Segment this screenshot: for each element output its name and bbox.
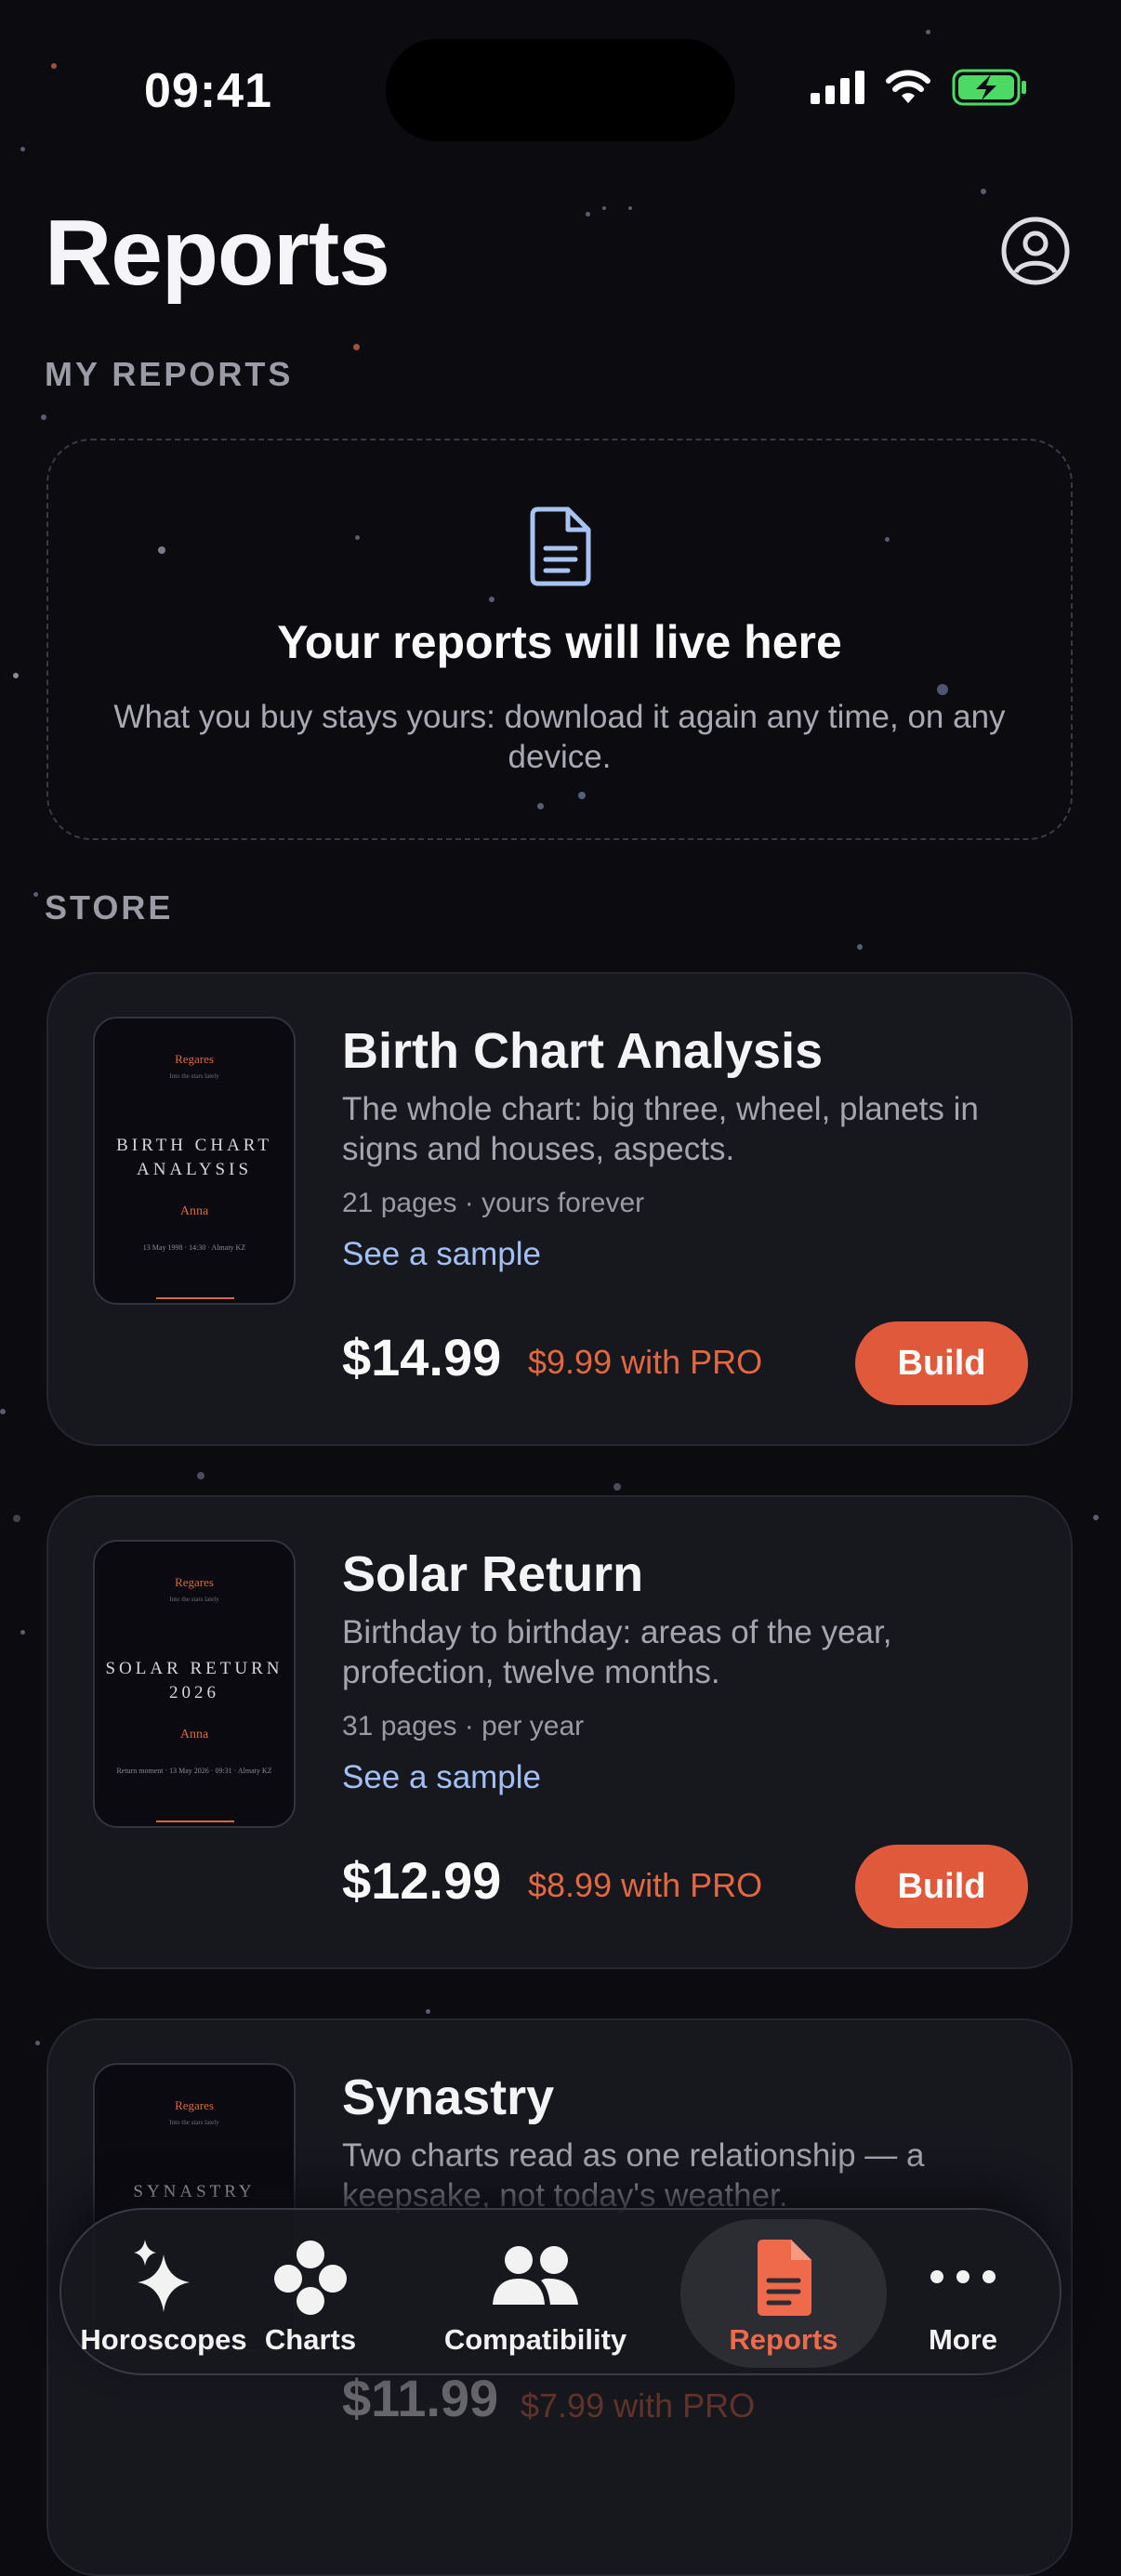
product-title: Solar Return	[342, 1546, 644, 1602]
cover-accent-line	[156, 1297, 234, 1299]
tab-label: Compatibility	[443, 2323, 627, 2356]
pro-price: $8.99 with PRO	[528, 1866, 763, 1904]
people-icon	[493, 2246, 578, 2305]
signal-icon	[811, 71, 864, 104]
cover-brand: Regares	[175, 1575, 214, 1589]
cover-tagline: Into the stars lately	[169, 1596, 219, 1603]
cover-meta: Return moment · 13 May 2026 · 09:31 · Al…	[116, 1767, 272, 1775]
cover-meta: 13 May 1998 · 14:30 · Almaty KZ	[142, 1243, 246, 1252]
product-card-solar-return[interactable]: Regares Into the stars lately SOLAR RETU…	[46, 1495, 1073, 1969]
tab-label: Reports	[729, 2323, 838, 2356]
product-pages: 21 pages · yours forever	[342, 1188, 645, 1218]
sparkles-icon	[134, 2240, 190, 2312]
report-cover-solar-return: Regares Into the stars lately SOLAR RETU…	[93, 1540, 296, 1828]
build-button[interactable]: Build	[855, 1321, 1028, 1405]
cover-name: Anna	[179, 1204, 209, 1218]
page-title: Reports	[45, 201, 390, 305]
build-button[interactable]: Build	[855, 1845, 1028, 1928]
cover-tagline: Into the stars lately	[169, 2119, 219, 2126]
product-price: $14.99	[342, 1328, 502, 1387]
product-card-birth-chart[interactable]: Regares Into the stars lately BIRTH CHAR…	[46, 972, 1073, 1446]
status-time: 09:41	[144, 64, 272, 118]
dynamic-island	[386, 39, 735, 141]
cover-title: BIRTH CHART ANALYSIS	[116, 1136, 272, 1179]
cover-brand: Regares	[175, 1052, 214, 1066]
wifi-icon	[886, 70, 930, 103]
cover-title: SOLAR RETURN 2026	[105, 1659, 284, 1702]
report-cover-birth-chart: Regares Into the stars lately BIRTH CHAR…	[93, 1017, 296, 1305]
cover-brand: Regares	[175, 2098, 214, 2112]
charts-icon	[274, 2241, 347, 2315]
tab-label: Charts	[264, 2323, 357, 2356]
cover-title: SYNASTRY	[133, 2182, 256, 2201]
document-icon	[758, 2240, 811, 2316]
cover-accent-line	[156, 1820, 234, 1822]
see-sample-link[interactable]: See a sample	[342, 1759, 541, 1796]
tab-reports[interactable]: Reports	[680, 2210, 887, 2377]
store-label: STORE	[45, 888, 174, 927]
product-title: Synastry	[342, 2070, 555, 2125]
tab-label: More	[928, 2323, 998, 2356]
product-pages: 31 pages · per year	[342, 1711, 585, 1741]
tab-more[interactable]: More	[879, 2210, 1047, 2377]
product-description: Birthday to birthday: areas of the year,…	[342, 1614, 892, 1690]
empty-state-subtitle: What you buy stays yours: download it ag…	[113, 699, 1006, 775]
ellipsis-icon	[930, 2270, 996, 2283]
account-icon[interactable]	[1000, 216, 1071, 286]
pro-price: $7.99 with PRO	[521, 2386, 756, 2425]
product-price: $12.99	[342, 1851, 502, 1910]
document-icon	[530, 506, 591, 586]
product-title: Birth Chart Analysis	[342, 1023, 824, 1079]
pro-price: $9.99 with PRO	[528, 1343, 763, 1381]
tab-compatibility[interactable]: Compatibility	[396, 2210, 675, 2377]
cover-tagline: Into the stars lately	[169, 1072, 219, 1080]
battery-charging-icon	[952, 69, 1026, 106]
my-reports-label: MY REPORTS	[45, 355, 294, 393]
empty-state-title: Your reports will live here	[277, 616, 842, 668]
see-sample-link[interactable]: See a sample	[342, 1236, 541, 1273]
product-description: Two charts read as one relationship — a …	[342, 2137, 925, 2214]
cover-name: Anna	[179, 1728, 209, 1741]
my-reports-empty-state: Your reports will live here What you buy…	[46, 439, 1073, 840]
product-description: The whole chart: big three, wheel, plane…	[342, 1091, 979, 1167]
tab-charts[interactable]: Charts	[208, 2210, 413, 2377]
tab-bar: Horoscopes Charts Compatibility Reports	[59, 2208, 1062, 2375]
status-icons	[811, 69, 1028, 106]
